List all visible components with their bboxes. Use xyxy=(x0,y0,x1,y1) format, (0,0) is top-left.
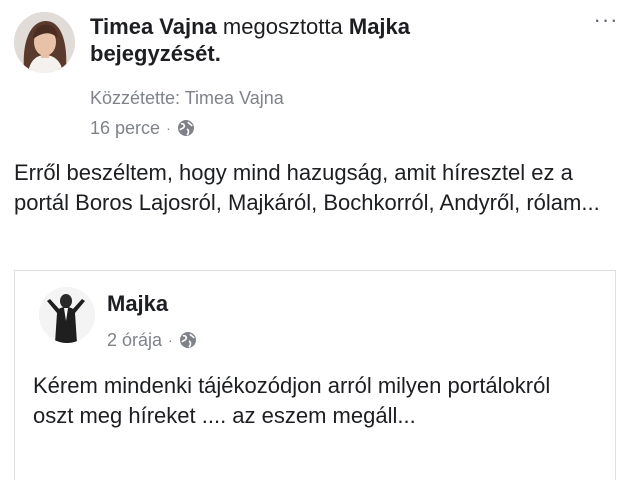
shared-post-meta: 2 órája · xyxy=(107,329,197,351)
profile-photo-icon xyxy=(39,287,95,343)
shared-post-body-text: Kérem mindenki tájékozódjon arról milyen… xyxy=(33,373,551,428)
shared-post-story: Timea Vajna megosztotta Majka bejegyzésé… xyxy=(0,0,635,480)
post-body-text: Erről beszéltem, hogy mind hazugság, ami… xyxy=(14,160,600,215)
profile-photo-icon xyxy=(14,12,75,73)
meta-separator: · xyxy=(166,120,171,136)
post-timestamp[interactable]: 16 perce xyxy=(90,117,160,139)
shared-from-link[interactable]: Majka xyxy=(349,14,410,39)
shared-post-timestamp[interactable]: 2 órája xyxy=(107,329,162,351)
published-by-text: Közzétette: Timea Vajna xyxy=(90,88,284,108)
post-meta: 16 perce · xyxy=(90,117,195,139)
author-avatar[interactable] xyxy=(14,12,75,73)
shared-post-card[interactable]: Majka 2 órája · Kérem mindenki tájékozód… xyxy=(14,270,616,480)
story-header: Timea Vajna megosztotta Majka bejegyzésé… xyxy=(90,13,570,67)
shared-author-avatar[interactable] xyxy=(39,287,95,343)
more-options-button[interactable]: ··· xyxy=(590,9,622,34)
globe-icon[interactable] xyxy=(179,331,197,349)
shared-object-link[interactable]: bejegyzését xyxy=(90,41,215,66)
share-action-text: megosztotta xyxy=(222,14,343,39)
shared-author-name[interactable]: Majka xyxy=(107,291,168,317)
meta-separator: · xyxy=(168,332,173,348)
author-name-link[interactable]: Timea Vajna xyxy=(90,14,217,39)
globe-icon[interactable] xyxy=(177,119,195,137)
header-period: . xyxy=(214,41,221,66)
